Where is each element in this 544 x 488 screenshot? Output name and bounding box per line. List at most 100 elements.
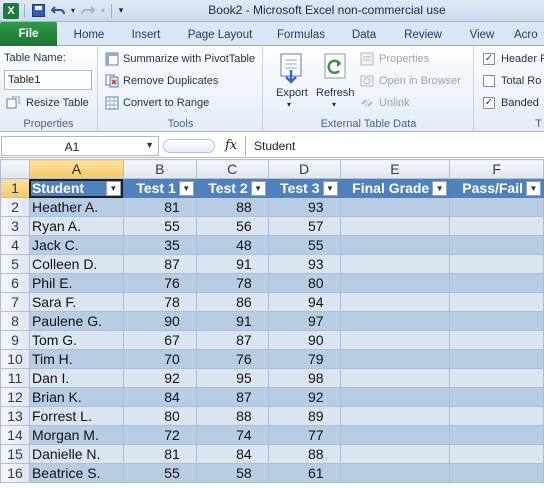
table-cell-final-grade[interactable] bbox=[340, 425, 451, 445]
table-cell-final-grade[interactable] bbox=[340, 463, 451, 483]
table-cell-test-2[interactable]: 91 bbox=[196, 311, 269, 331]
remove-duplicates-button[interactable]: Remove Duplicates bbox=[123, 75, 218, 87]
tab-acrobat[interactable]: Acro bbox=[514, 26, 544, 44]
filter-dropdown-icon[interactable]: ▼ bbox=[432, 181, 448, 196]
select-all-corner[interactable] bbox=[0, 159, 30, 179]
table-cell-test-1[interactable]: 81 bbox=[123, 197, 197, 217]
table-cell-test-3[interactable]: 55 bbox=[268, 235, 341, 255]
table-cell-test-3[interactable]: 97 bbox=[268, 311, 341, 331]
table-cell-test-2[interactable]: 86 bbox=[196, 292, 269, 312]
table-cell-pass-fail[interactable] bbox=[449, 216, 544, 236]
tab-file[interactable]: File bbox=[0, 22, 57, 46]
table-cell-pass-fail[interactable] bbox=[449, 254, 544, 274]
table-cell-test-1[interactable]: 92 bbox=[123, 368, 197, 388]
refresh-button[interactable]: Refresh bbox=[316, 87, 355, 99]
name-box[interactable]: A1 ▼ bbox=[1, 136, 159, 156]
row-number[interactable]: 4 bbox=[0, 235, 30, 255]
table-cell-test-1[interactable]: 76 bbox=[123, 273, 197, 293]
table-cell-student[interactable]: Phil E. bbox=[29, 273, 124, 293]
table-cell-final-grade[interactable] bbox=[340, 216, 451, 236]
table-cell-test-2[interactable]: 48 bbox=[196, 235, 269, 255]
table-cell-test-1[interactable]: 55 bbox=[123, 463, 197, 483]
table-cell-student[interactable]: Dan I. bbox=[29, 368, 124, 388]
table-cell-pass-fail[interactable] bbox=[449, 406, 544, 426]
properties-button[interactable]: Properties bbox=[379, 53, 429, 65]
table-header-student[interactable]: Student ▼ bbox=[28, 178, 124, 198]
table-cell-pass-fail[interactable] bbox=[449, 425, 544, 445]
row-number[interactable]: 10 bbox=[0, 349, 30, 369]
row-number[interactable]: 2 bbox=[0, 197, 30, 217]
table-header-pass-fail[interactable]: Pass/Fail ▼ bbox=[449, 178, 544, 198]
table-cell-pass-fail[interactable] bbox=[449, 330, 544, 350]
filter-dropdown-icon[interactable]: ▼ bbox=[178, 181, 194, 196]
table-cell-test-3[interactable]: 57 bbox=[268, 216, 341, 236]
table-cell-final-grade[interactable] bbox=[340, 406, 451, 426]
table-cell-test-1[interactable]: 80 bbox=[123, 406, 197, 426]
table-cell-test-3[interactable]: 88 bbox=[268, 444, 341, 464]
table-cell-test-1[interactable]: 55 bbox=[123, 216, 197, 236]
table-cell-test-3[interactable]: 61 bbox=[268, 463, 341, 483]
table-cell-student[interactable]: Ryan A. bbox=[29, 216, 124, 236]
table-cell-student[interactable]: Forrest L. bbox=[29, 406, 124, 426]
table-cell-test-2[interactable]: 74 bbox=[196, 425, 269, 445]
refresh-dropdown-icon[interactable]: ▾ bbox=[332, 100, 336, 109]
table-cell-student[interactable]: Heather A. bbox=[29, 197, 124, 217]
table-cell-test-2[interactable]: 56 bbox=[196, 216, 269, 236]
table-cell-pass-fail[interactable] bbox=[449, 349, 544, 369]
table-cell-test-1[interactable]: 72 bbox=[123, 425, 197, 445]
table-cell-pass-fail[interactable] bbox=[449, 463, 544, 483]
table-cell-test-3[interactable]: 77 bbox=[268, 425, 341, 445]
table-cell-pass-fail[interactable] bbox=[449, 197, 544, 217]
table-cell-test-1[interactable]: 35 bbox=[123, 235, 197, 255]
table-cell-student[interactable]: Paulene G. bbox=[29, 311, 124, 331]
table-cell-test-3[interactable]: 80 bbox=[268, 273, 341, 293]
table-cell-test-1[interactable]: 67 bbox=[123, 330, 197, 350]
column-header-a[interactable]: A bbox=[28, 159, 124, 179]
insert-function-icon[interactable]: fx bbox=[225, 138, 237, 153]
row-number[interactable]: 3 bbox=[0, 216, 30, 236]
table-cell-student[interactable]: Tom G. bbox=[29, 330, 124, 350]
table-cell-final-grade[interactable] bbox=[340, 273, 451, 293]
open-in-browser-button[interactable]: Open in Browser bbox=[379, 75, 461, 87]
header-row-checkbox[interactable]: ✓ bbox=[483, 53, 495, 65]
table-header-test-1[interactable]: Test 1 ▼ bbox=[122, 178, 197, 198]
banded-rows-checkbox[interactable]: ✓ bbox=[483, 97, 495, 109]
table-cell-pass-fail[interactable] bbox=[449, 444, 544, 464]
name-box-dropdown-icon[interactable]: ▼ bbox=[145, 140, 154, 150]
table-cell-student[interactable]: Colleen D. bbox=[29, 254, 124, 274]
table-header-test-2[interactable]: Test 2 ▼ bbox=[195, 178, 269, 198]
unlink-button[interactable]: Unlink bbox=[379, 97, 410, 109]
filter-dropdown-icon[interactable]: ▼ bbox=[322, 181, 338, 196]
table-cell-test-1[interactable]: 78 bbox=[123, 292, 197, 312]
table-cell-final-grade[interactable] bbox=[340, 197, 451, 217]
tab-review[interactable]: Review bbox=[397, 26, 449, 44]
filter-dropdown-icon[interactable]: ▼ bbox=[105, 181, 121, 196]
tab-formulas[interactable]: Formulas bbox=[272, 26, 330, 44]
row-number[interactable]: 5 bbox=[0, 254, 30, 274]
table-cell-test-1[interactable]: 90 bbox=[123, 311, 197, 331]
table-cell-test-2[interactable]: 88 bbox=[196, 197, 269, 217]
export-button[interactable]: Export bbox=[276, 87, 308, 99]
table-cell-test-1[interactable]: 81 bbox=[123, 444, 197, 464]
convert-to-range-button[interactable]: Convert to Range bbox=[123, 97, 209, 109]
table-cell-student[interactable]: Tim H. bbox=[29, 349, 124, 369]
table-cell-student[interactable]: Jack C. bbox=[29, 235, 124, 255]
resize-table-button[interactable]: Resize Table bbox=[26, 97, 89, 109]
table-cell-test-3[interactable]: 92 bbox=[268, 387, 341, 407]
column-header-d[interactable]: D bbox=[267, 159, 341, 179]
table-cell-test-2[interactable]: 87 bbox=[196, 387, 269, 407]
table-cell-test-2[interactable]: 58 bbox=[196, 463, 269, 483]
column-header-b[interactable]: B bbox=[122, 159, 197, 179]
summarize-pivot-button[interactable]: Summarize with PivotTable bbox=[123, 53, 255, 65]
table-cell-test-2[interactable]: 95 bbox=[196, 368, 269, 388]
table-cell-student[interactable]: Brian K. bbox=[29, 387, 124, 407]
column-header-e[interactable]: E bbox=[339, 159, 451, 179]
table-cell-test-2[interactable]: 84 bbox=[196, 444, 269, 464]
filter-dropdown-icon[interactable]: ▼ bbox=[526, 181, 541, 196]
total-row-checkbox[interactable] bbox=[483, 75, 495, 87]
table-cell-final-grade[interactable] bbox=[340, 349, 451, 369]
table-cell-test-1[interactable]: 87 bbox=[123, 254, 197, 274]
table-cell-test-3[interactable]: 94 bbox=[268, 292, 341, 312]
column-header-c[interactable]: C bbox=[195, 159, 269, 179]
table-cell-final-grade[interactable] bbox=[340, 311, 451, 331]
